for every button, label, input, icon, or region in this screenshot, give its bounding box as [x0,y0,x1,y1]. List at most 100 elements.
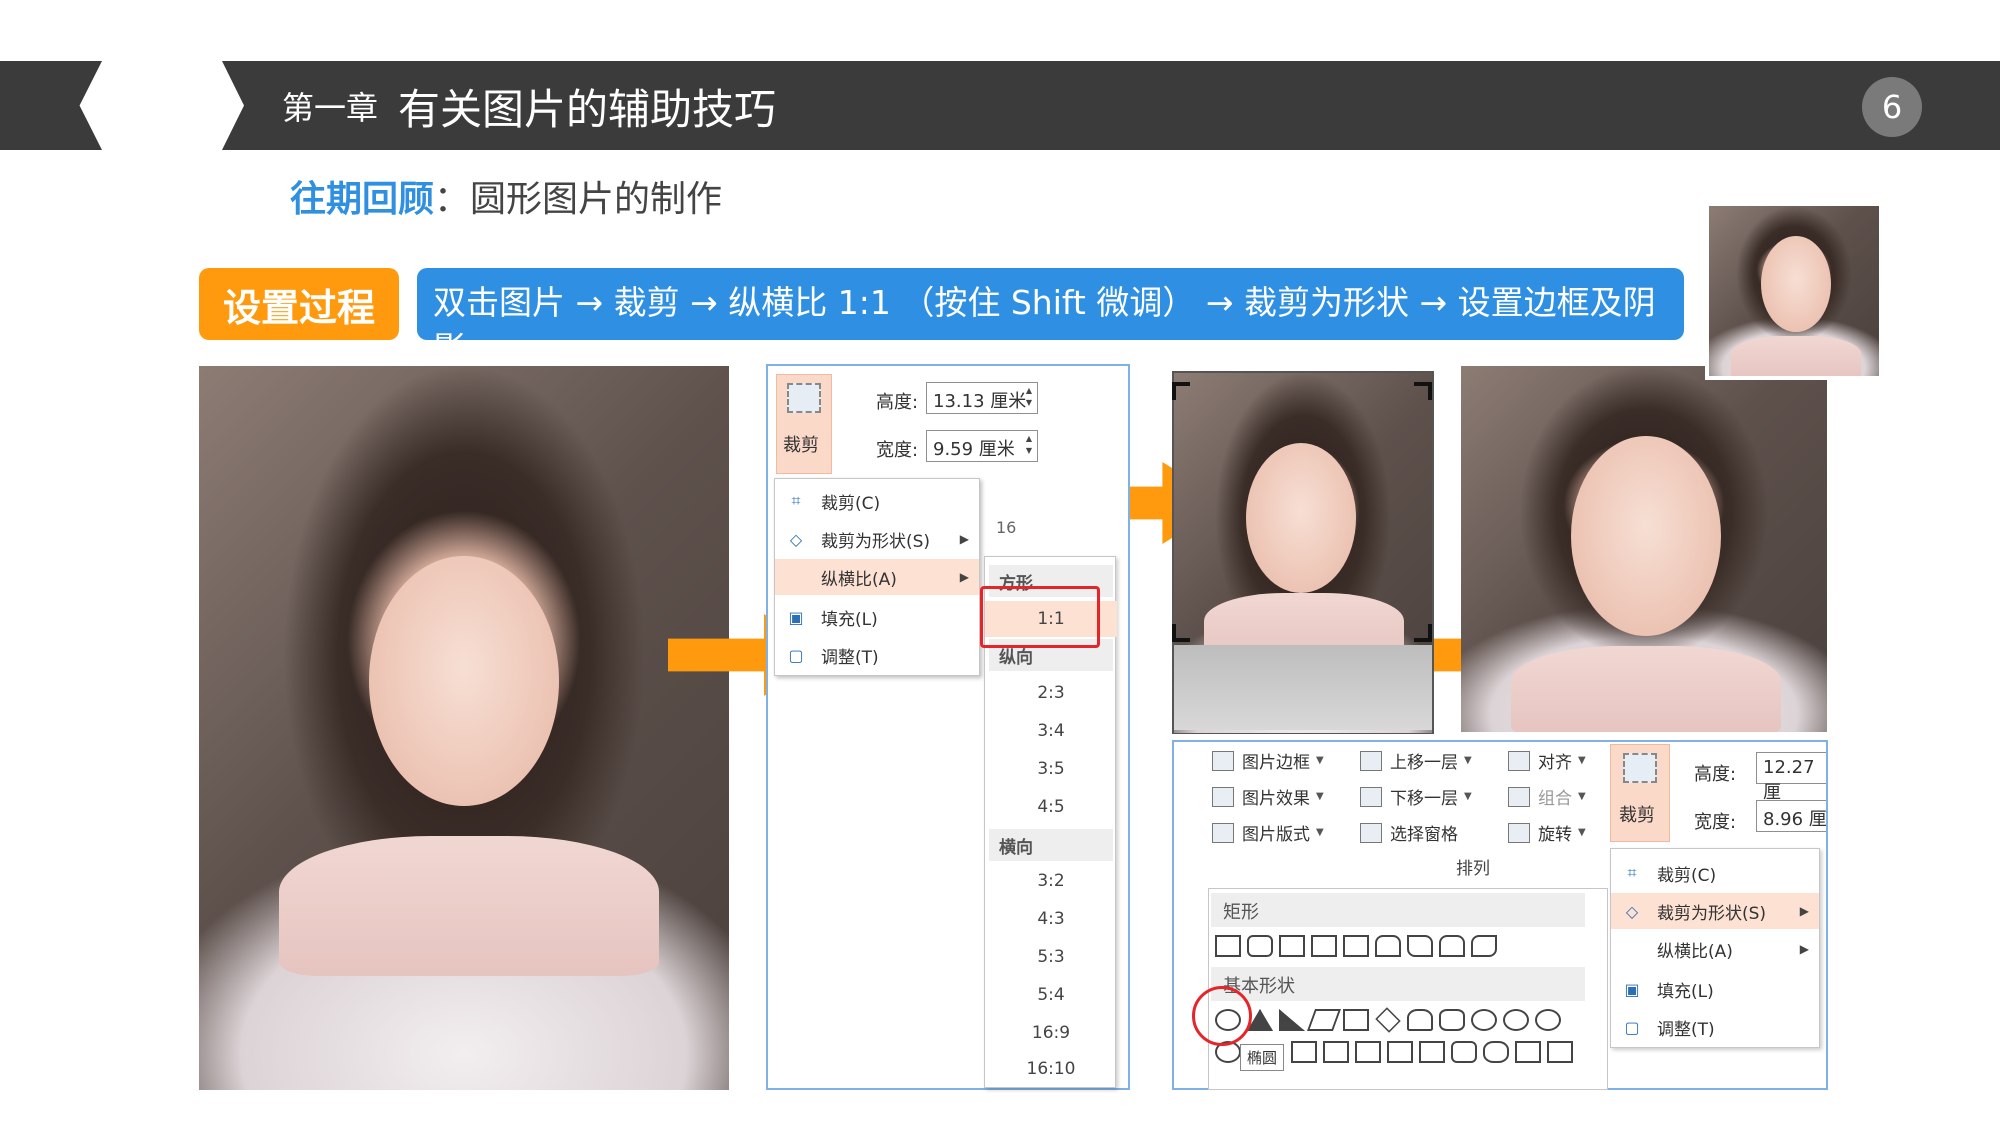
plaque-icon[interactable] [1451,1041,1477,1063]
crop-handle-icon[interactable] [1414,624,1432,642]
ratio-option[interactable]: 3:4 [985,713,1117,749]
rotate-button[interactable]: 旋转 ▼ [1508,820,1586,845]
fill-icon: ▣ [1624,979,1640,999]
arrange-group-label: 排列 [1456,859,1490,879]
ratio-option[interactable]: 3:5 [985,751,1117,787]
octagon-icon[interactable] [1503,1009,1529,1031]
header-left-tab [0,61,102,150]
height-value: 13.13 厘米 [933,391,1027,412]
round-rectangle-icon[interactable] [1375,935,1401,957]
width-value: 9.59 厘米 [933,439,1015,460]
submenu-arrow-icon: ▶ [959,570,969,584]
crop-handle-icon[interactable] [1172,624,1190,642]
crop-handle-icon[interactable] [1414,382,1432,400]
diagonal-stripe-icon[interactable] [1387,1041,1413,1063]
width-spinner-icon[interactable]: ▲ ▼ [1023,433,1035,459]
height-field[interactable]: 12.27 厘 [1756,752,1826,803]
picture-layout-button[interactable]: 图片版式 ▼ [1212,820,1324,845]
align-button[interactable]: 对齐 ▼ [1508,748,1586,773]
half-frame-icon[interactable] [1323,1041,1349,1063]
shape-crop-icon: ◇ [789,529,803,549]
height-spinner-icon[interactable]: ▲ ▼ [1023,385,1035,411]
menu-item-fit[interactable]: ▢ 调整(T) [775,637,979,673]
ratio-option[interactable]: 16:10 [985,1051,1117,1087]
shape-crop-icon: ◇ [1625,901,1639,921]
crop-dropdown-menu: ⌗ 裁剪(C) ◇ 裁剪为形状(S) ▶ 纵横比(A) ▶ ▣ 填充(L) ▢ … [774,478,980,676]
picture-layout-icon [1212,822,1234,843]
l-shape-icon[interactable] [1355,1041,1381,1063]
round-rectangle-icon[interactable] [1471,935,1497,957]
right-triangle-icon[interactable] [1279,1009,1305,1031]
menu-item-crop[interactable]: ⌗ 裁剪(C) [775,483,979,519]
crop-button[interactable]: 裁剪 [776,374,832,474]
rect-shape-row [1215,935,1497,957]
ratio-option[interactable]: 16:9 [985,1015,1117,1051]
round-rectangle-icon[interactable] [1439,935,1465,957]
bring-forward-button[interactable]: 上移一层 ▼ [1360,748,1472,773]
fit-icon: ▢ [788,645,804,665]
cube-icon[interactable] [1515,1041,1541,1063]
rectangle-icon[interactable] [1215,935,1241,957]
ratio-option[interactable]: 5:4 [985,977,1117,1013]
ellipse-tooltip: 椭圆 [1240,1044,1285,1071]
crop-picture-icon [787,383,821,413]
picture-border-icon [1212,750,1234,771]
snip-rectangle-icon[interactable] [1343,935,1369,957]
decagon-icon[interactable] [1535,1009,1561,1031]
can-icon[interactable] [1483,1041,1509,1063]
height-field[interactable]: 13.13 厘米 ▲ ▼ [926,382,1038,414]
chapter-label: 第一章 [282,89,379,127]
shape-section-basic: 基本形状 [1211,967,1585,1001]
crop-icon: ⌗ [791,491,801,510]
crop-button-label: 裁剪 [1619,805,1655,826]
trapezoid-icon[interactable] [1343,1009,1369,1031]
frame-icon[interactable] [1291,1041,1317,1063]
send-backward-button[interactable]: 下移一层 ▼ [1360,784,1472,809]
picture-border-button[interactable]: 图片边框 ▼ [1212,748,1324,773]
subtitle-text: ：圆形图片的制作 [434,179,723,220]
ratio-option[interactable]: 4:5 [985,789,1117,825]
width-field[interactable]: 8.96 厘 [1756,800,1826,832]
selection-pane-button[interactable]: 选择窗格 [1360,820,1458,845]
snip-rectangle-icon[interactable] [1311,935,1337,957]
crop-picture-icon [1623,753,1657,783]
rounded-rectangle-icon[interactable] [1247,935,1273,957]
menu-item-crop-to-shape[interactable]: ◇ 裁剪为形状(S) ▶ [775,521,979,557]
hexagon-icon[interactable] [1439,1009,1465,1031]
send-backward-icon [1360,786,1382,807]
parallelogram-icon[interactable] [1306,1009,1342,1031]
submenu-arrow-icon: ▶ [959,532,969,546]
bring-forward-icon [1360,750,1382,771]
menu-item-fit[interactable]: ▢ 调整(T) [1611,1009,1819,1045]
shape-section-rect: 矩形 [1211,893,1585,927]
plus-icon[interactable] [1419,1041,1445,1063]
picture-effects-button[interactable]: 图片效果 ▼ [1212,784,1324,809]
heptagon-icon[interactable] [1471,1009,1497,1031]
crop-handle-icon[interactable] [1172,382,1190,400]
menu-item-aspect-ratio[interactable]: 纵横比(A) ▶ [1611,931,1819,967]
crop-dropdown-menu-2: ⌗ 裁剪(C) ◇ 裁剪为形状(S) ▶ 纵横比(A) ▶ ▣ 填充(L) ▢ … [1610,848,1820,1048]
subtitle: 往期回顾：圆形图片的制作 [290,170,722,222]
width-field[interactable]: 9.59 厘米 ▲ ▼ [926,430,1038,462]
snip-rectangle-icon[interactable] [1279,935,1305,957]
bevel-icon[interactable] [1547,1041,1573,1063]
menu-item-fill[interactable]: ▣ 填充(L) [1611,971,1819,1007]
highlight-circle-ellipse [1192,986,1252,1046]
ratio-option[interactable]: 3:2 [985,863,1117,899]
pentagon-icon[interactable] [1407,1009,1433,1031]
diamond-icon[interactable] [1375,1007,1401,1033]
portrait-photo-square [1461,366,1827,732]
subtitle-highlight: 往期回顾 [290,179,435,220]
menu-item-crop[interactable]: ⌗ 裁剪(C) [1611,855,1819,891]
ratio-option[interactable]: 2:3 [985,675,1117,711]
menu-item-fill[interactable]: ▣ 填充(L) [775,599,979,635]
rotate-icon [1508,822,1530,843]
crop-button[interactable]: 裁剪 [1610,744,1670,842]
menu-item-crop-to-shape[interactable]: ◇ 裁剪为形状(S) ▶ [1611,893,1819,929]
crop-icon: ⌗ [1627,863,1637,882]
ratio-option[interactable]: 4:3 [985,901,1117,937]
group-button[interactable]: 组合 ▼ [1508,784,1586,809]
menu-item-aspect-ratio[interactable]: 纵横比(A) ▶ [775,559,979,595]
ratio-option[interactable]: 5:3 [985,939,1117,975]
round-rectangle-icon[interactable] [1407,935,1433,957]
